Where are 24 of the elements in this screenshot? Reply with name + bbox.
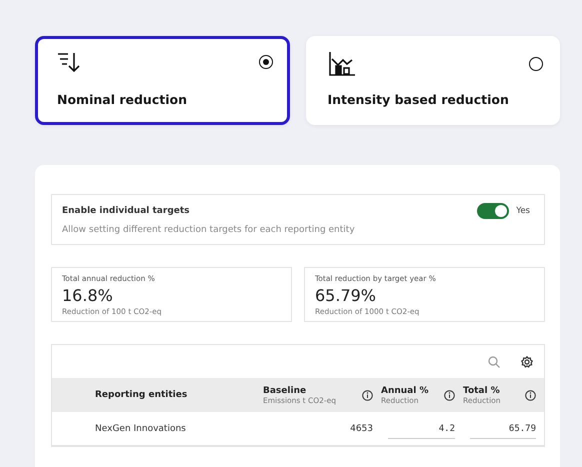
option-card[interactable]: Intensity based reduction [306,36,560,125]
settings-icon [521,356,533,368]
column-header: Annual % [381,386,428,396]
radio-button[interactable] [258,55,272,69]
input-field[interactable]: 65.79 [470,418,536,438]
table-cell: NexGen Innovations [95,424,186,434]
setting-description: Allow setting different reduction targets for each reporting entity [62,225,356,235]
bar-chart-icon [328,51,356,77]
radio-button[interactable] [529,57,543,71]
stat-value: 65.79% [315,286,378,305]
option-card[interactable]: Nominal reduction [35,36,290,125]
input-field[interactable]: 4.2 [388,418,455,438]
option-label: Nominal reduction [57,92,188,109]
setting-title: Enable individual targets [62,206,190,216]
toggle-switch[interactable] [477,203,510,219]
column-header: Baseline [263,386,308,396]
option-label: Intensity based reduction [328,92,510,109]
stat-value: 16.8% [62,286,114,305]
column-header: Reporting entities [95,390,188,400]
table-cell: 4653 [350,424,373,434]
search-icon [488,356,500,368]
sort-descending-icon [57,51,81,73]
toggle-label: Yes [516,206,530,216]
column-header: Total % [463,386,500,396]
